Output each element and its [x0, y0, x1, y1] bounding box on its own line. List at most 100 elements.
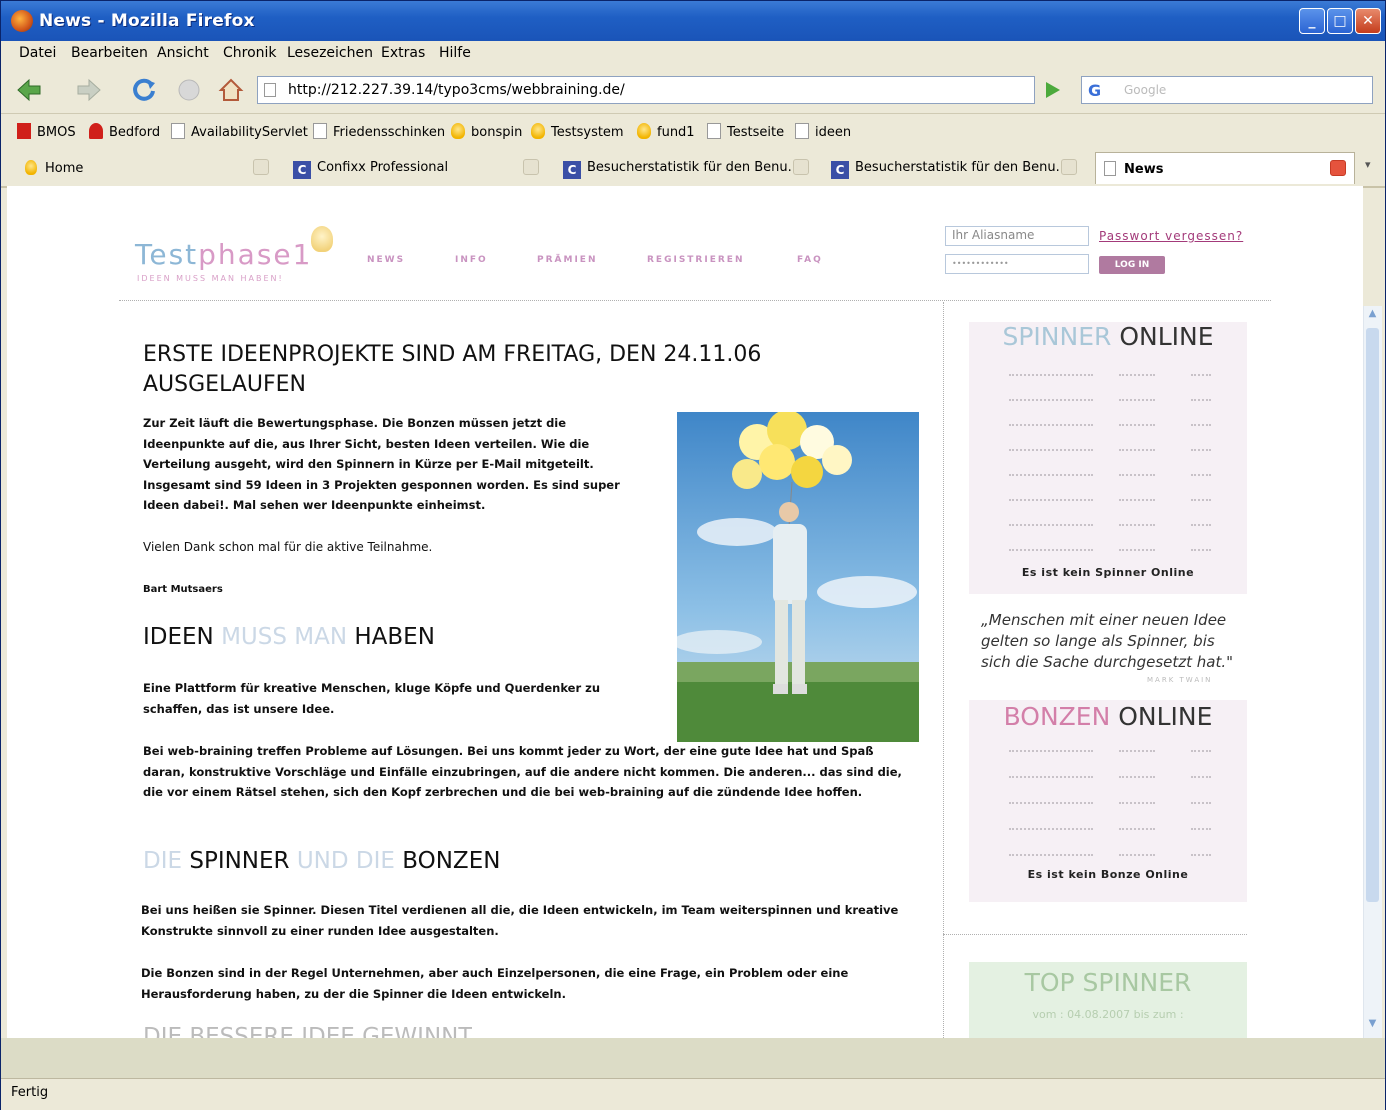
- article-paragraph-5: Bei uns heißen sie Spinner. Diesen Titel…: [141, 903, 899, 938]
- bookmark-bedford[interactable]: Bedford: [89, 123, 160, 140]
- alias-input[interactable]: Ihr Aliasname: [945, 226, 1089, 246]
- tab-close-icon[interactable]: [253, 159, 269, 175]
- placeholder-row: [1191, 524, 1211, 526]
- heading-word: BONZEN: [402, 848, 501, 874]
- forgot-password-link[interactable]: Passwort vergessen?: [1099, 229, 1243, 243]
- scroll-up-icon[interactable]: ▲: [1366, 308, 1379, 322]
- bookmark-bonspin[interactable]: bonspin: [451, 123, 522, 140]
- scroll-down-icon[interactable]: ▼: [1366, 1018, 1379, 1032]
- bonzen-online-heading: BONZEN ONLINE: [969, 702, 1247, 731]
- bulb-icon: [451, 123, 465, 139]
- close-button[interactable]: ✕: [1355, 8, 1381, 34]
- heading-word: MUSS MAN: [221, 624, 348, 650]
- tab-close-icon[interactable]: [1330, 160, 1346, 176]
- login-button[interactable]: LOG IN: [1099, 256, 1165, 274]
- placeholder-row: [1191, 374, 1211, 376]
- forward-icon[interactable]: [75, 77, 103, 103]
- placeholder-row: [1191, 399, 1211, 401]
- menu-bar: Datei Bearbeiten Ansicht Chronik Lesezei…: [1, 41, 1385, 67]
- menu-extras[interactable]: Extras: [381, 45, 425, 61]
- address-bar[interactable]: http://212.227.39.14/typo3cms/webbrainin…: [257, 76, 1035, 104]
- nav-praemien[interactable]: PRÄMIEN: [537, 255, 597, 265]
- spinner-online-box: SPINNER ONLINE Es ist kein Spinner Onlin…: [969, 322, 1247, 594]
- bookmark-bmos[interactable]: BMOS: [17, 123, 76, 140]
- page-icon: [1104, 161, 1116, 176]
- password-input[interactable]: ••••••••••••: [945, 254, 1089, 274]
- maximize-button[interactable]: □: [1327, 8, 1353, 34]
- article-paragraph-6: Die Bonzen sind in der Regel Unternehmen…: [141, 966, 849, 1001]
- heading-word: SPINNER: [189, 848, 290, 874]
- tab-close-icon[interactable]: [523, 159, 539, 175]
- placeholder-row: [1009, 399, 1093, 401]
- placeholder-row: [1009, 524, 1093, 526]
- tab-news[interactable]: News: [1095, 152, 1355, 184]
- confixx-icon: C: [831, 161, 849, 179]
- site-logo[interactable]: Testphase1: [135, 238, 312, 271]
- placeholder-row: [1191, 828, 1211, 830]
- status-text: Fertig: [11, 1085, 49, 1100]
- tab-besucherstatistik-2[interactable]: C Besucherstatistik für den Benu...: [827, 152, 1089, 184]
- minimize-button[interactable]: _: [1299, 8, 1325, 34]
- menu-hilfe[interactable]: Hilfe: [439, 45, 471, 61]
- google-icon: G: [1088, 81, 1102, 100]
- status-bar: Fertig: [1, 1078, 1385, 1110]
- placeholder-row: [1119, 449, 1155, 451]
- scrollbar-thumb[interactable]: [1366, 328, 1379, 902]
- go-icon[interactable]: [1039, 77, 1065, 103]
- placeholder-row: [1191, 499, 1211, 501]
- bookmark-fund1[interactable]: fund1: [637, 123, 695, 140]
- menu-chronik[interactable]: Chronik: [223, 45, 277, 61]
- heading-word: SPINNER: [1002, 322, 1112, 351]
- reload-icon[interactable]: [131, 77, 159, 103]
- bookmark-ideen[interactable]: ideen: [795, 123, 851, 140]
- placeholder-row: [1009, 499, 1093, 501]
- tab-label: Besucherstatistik für den Benu...: [855, 160, 1069, 175]
- nav-info[interactable]: INFO: [455, 255, 488, 265]
- tab-confixx[interactable]: C Confixx Professional: [289, 152, 549, 184]
- bookmark-testseite[interactable]: Testseite: [707, 123, 784, 140]
- column-divider: [943, 302, 944, 1038]
- menu-bearbeiten[interactable]: Bearbeiten: [71, 45, 148, 61]
- menu-datei[interactable]: Datei: [19, 45, 56, 61]
- tab-bar: Home C Confixx Professional C Besucherstat…: [1, 148, 1385, 188]
- page-icon: [313, 123, 327, 139]
- sidebar-divider: [943, 934, 1247, 935]
- logo-part-a: Test: [135, 238, 199, 271]
- bedford-icon: [89, 123, 103, 139]
- tab-home[interactable]: Home: [19, 152, 281, 184]
- stop-icon[interactable]: [175, 77, 203, 103]
- tab-list-arrow-icon[interactable]: ▾: [1365, 158, 1371, 171]
- heading-cut-off: DIE BESSERE IDEE GEWINNT: [143, 1024, 473, 1038]
- search-bar[interactable]: G Google: [1081, 76, 1373, 104]
- menu-ansicht[interactable]: Ansicht: [157, 45, 209, 61]
- placeholder-row: [1119, 776, 1155, 778]
- bookmark-availabilityservlet[interactable]: AvailabilityServlet: [171, 123, 308, 140]
- menu-lesezeichen[interactable]: Lesezeichen: [287, 45, 373, 61]
- back-icon[interactable]: [15, 77, 43, 103]
- placeholder-row: [1119, 474, 1155, 476]
- logo-bulb-icon: [311, 226, 333, 252]
- bookmark-friedensschinken[interactable]: Friedensschinken: [313, 123, 445, 140]
- placeholder-row: [1119, 524, 1155, 526]
- nav-registrieren[interactable]: REGISTRIEREN: [647, 255, 744, 265]
- heading-spinner-bonzen: DIE SPINNER UND DIE BONZEN: [143, 848, 500, 874]
- title-bar: News - Mozilla Firefox _ □ ✕: [1, 1, 1385, 41]
- quote-author: MARK TWAIN: [1147, 676, 1213, 684]
- nav-news[interactable]: NEWS: [367, 255, 405, 265]
- firefox-logo-icon: [11, 10, 33, 32]
- bookmark-label: ideen: [815, 125, 852, 140]
- tab-besucherstatistik-1[interactable]: C Besucherstatistik für den Benu...: [559, 152, 821, 184]
- vertical-scrollbar[interactable]: ▲ ▼: [1363, 306, 1382, 1038]
- placeholder-row: [1191, 449, 1211, 451]
- tab-close-icon[interactable]: [1061, 159, 1077, 175]
- tab-close-icon[interactable]: [793, 159, 809, 175]
- nav-faq[interactable]: FAQ: [797, 255, 823, 265]
- placeholder-row: [1119, 802, 1155, 804]
- article-paragraph-1: Zur Zeit läuft die Bewertungsphase. Die …: [143, 416, 620, 513]
- home-icon[interactable]: [217, 77, 245, 103]
- placeholder-row: [1119, 399, 1155, 401]
- header-divider: [119, 300, 1271, 301]
- placeholder-row: [1009, 854, 1093, 856]
- twain-quote: „Menschen mit einer neuen Idee gelten so…: [981, 611, 1234, 671]
- bookmark-testsystem[interactable]: Testsystem: [531, 123, 624, 140]
